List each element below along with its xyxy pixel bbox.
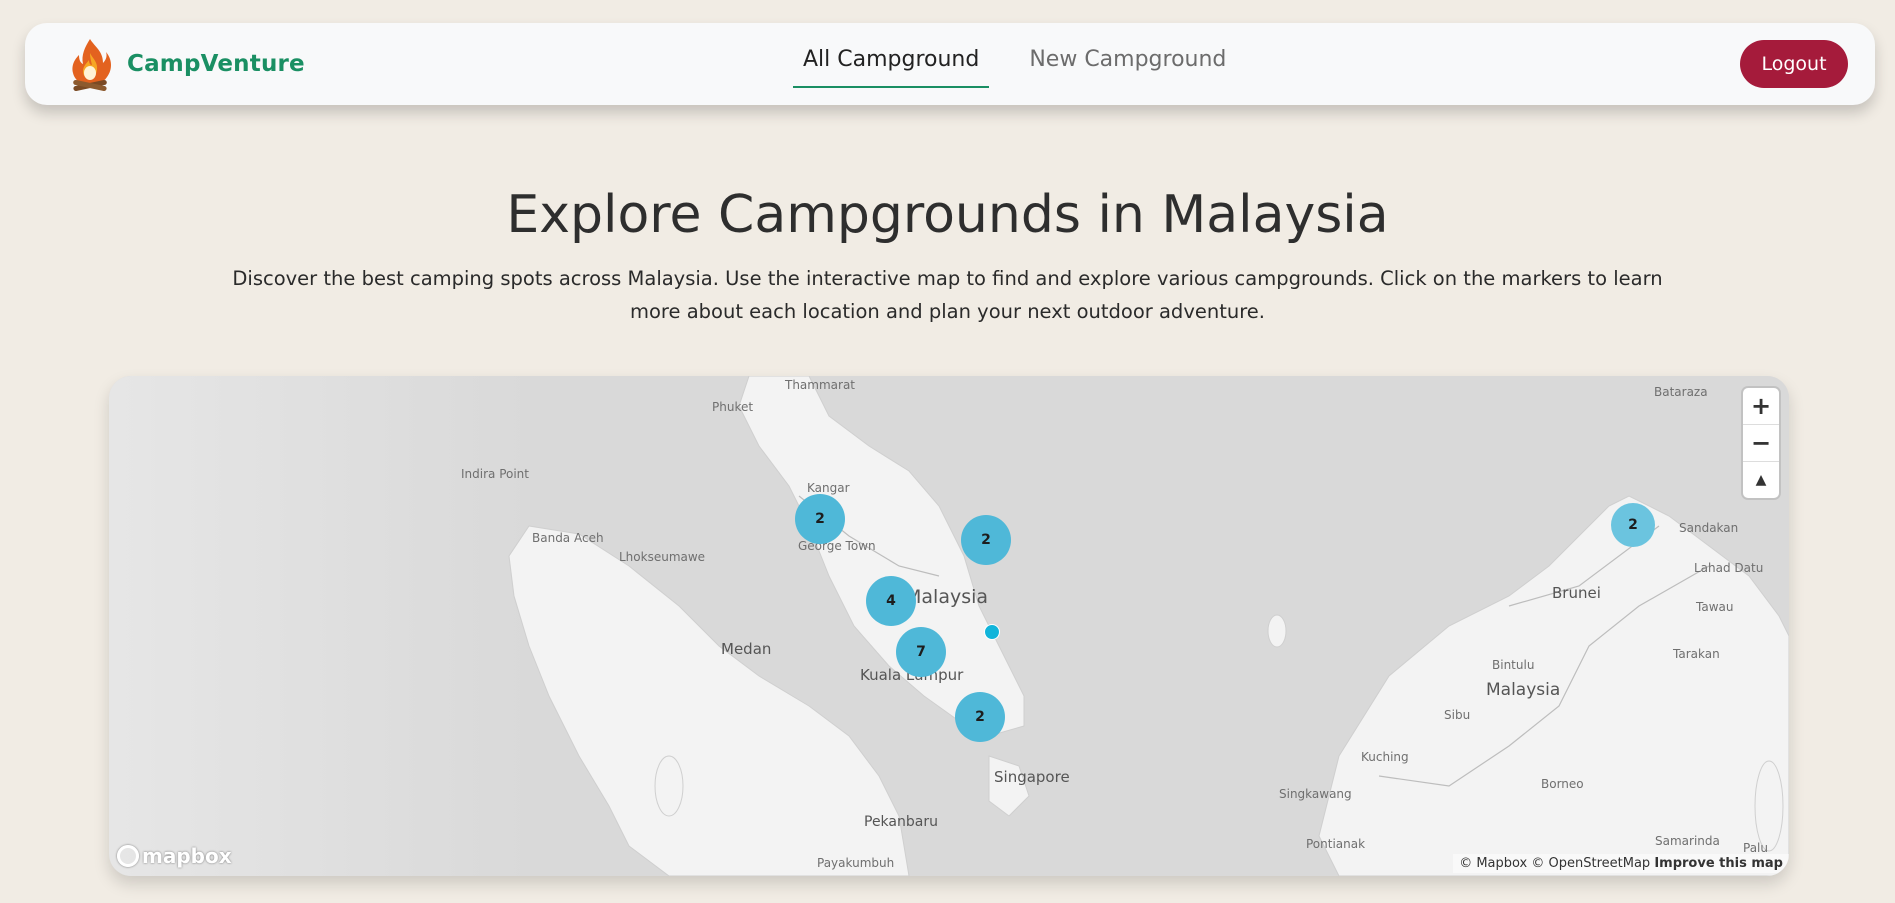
map-label-payakumbuh: Payakumbuh xyxy=(817,856,895,870)
map-label-banda-aceh: Banda Aceh xyxy=(532,531,604,545)
map-label-pekanbaru: Pekanbaru xyxy=(864,814,938,830)
map-label-tawau: Tawau xyxy=(1696,600,1734,614)
map-label-singapore: Singapore xyxy=(994,768,1070,786)
map-label-medan: Medan xyxy=(721,640,772,658)
map-navigation-controls: + − ▲ xyxy=(1743,388,1779,498)
logout-button[interactable]: Logout xyxy=(1740,40,1848,88)
map-label-indira-point: Indira Point xyxy=(461,467,529,481)
map-label-kuching: Kuching xyxy=(1361,750,1409,764)
map-label-malaysia-borneo: Malaysia xyxy=(1486,680,1561,700)
improve-map-link[interactable]: Improve this map xyxy=(1654,856,1783,871)
brand[interactable]: CampVenture xyxy=(67,37,305,91)
map-label-kangar: Kangar xyxy=(807,481,850,495)
map-label-malaysia-peninsula: Malaysia xyxy=(905,586,989,608)
mapbox-logo-icon xyxy=(117,845,139,867)
nav-all-campground[interactable]: All Campground xyxy=(793,47,990,88)
map-label-thammarat: Thammarat xyxy=(785,378,856,392)
map-label-samarinda: Samarinda xyxy=(1655,834,1720,848)
navbar: CampVenture All Campground New Campgroun… xyxy=(25,23,1875,105)
map-label-sandakan: Sandakan xyxy=(1679,521,1739,535)
map-label-singkawang: Singkawang xyxy=(1279,787,1352,801)
map-label-bataraza: Bataraza xyxy=(1654,385,1708,399)
compass-reset-button[interactable]: ▲ xyxy=(1743,462,1779,498)
map-label-pontianak: Pontianak xyxy=(1306,837,1366,851)
cluster-marker-penang[interactable]: 2 xyxy=(795,494,845,544)
map-label-palu: Palu xyxy=(1743,841,1768,855)
cluster-marker-perak[interactable]: 4 xyxy=(866,576,916,626)
page-description: Discover the best camping spots across M… xyxy=(232,267,1663,323)
zoom-in-button[interactable]: + xyxy=(1743,388,1779,425)
map-label-tarakan: Tarakan xyxy=(1673,647,1720,661)
mapbox-logo-text: mapbox xyxy=(142,844,232,868)
map-label-bintulu: Bintulu xyxy=(1492,658,1535,672)
attribution-text[interactable]: © Mapbox © OpenStreetMap xyxy=(1459,856,1650,871)
campfire-logo-icon xyxy=(72,39,112,91)
map-label-phuket: Phuket xyxy=(712,400,754,414)
brand-name: CampVenture xyxy=(127,51,305,77)
map-label-lahad-datu: Lahad Datu xyxy=(1694,561,1764,575)
page-title: Explore Campgrounds in Malaysia xyxy=(506,185,1389,245)
map-label-borneo: Borneo xyxy=(1541,777,1584,791)
map-label-sibu: Sibu xyxy=(1444,708,1471,722)
cluster-marker-kelantan[interactable]: 2 xyxy=(961,515,1011,565)
nav-links: All Campground New Campground xyxy=(793,47,1236,88)
single-campground-marker[interactable] xyxy=(984,624,1000,640)
nav-new-campground[interactable]: New Campground xyxy=(1019,47,1236,88)
mapbox-logo[interactable]: mapbox xyxy=(117,844,232,868)
campground-map[interactable]: Thammarat Phuket Indira Point Kangar Ban… xyxy=(109,376,1789,876)
cluster-marker-sabah[interactable]: 2 xyxy=(1611,503,1655,547)
map-label-lhokseumawe: Lhokseumawe xyxy=(619,550,706,564)
map-label-brunei: Brunei xyxy=(1552,584,1601,602)
cluster-marker-johor[interactable]: 2 xyxy=(955,692,1005,742)
map-attribution: © Mapbox © OpenStreetMap Improve this ma… xyxy=(1453,854,1789,873)
zoom-out-button[interactable]: − xyxy=(1743,425,1779,462)
cluster-marker-selangor[interactable]: 7 xyxy=(896,627,946,677)
map-basemap xyxy=(109,376,1789,876)
